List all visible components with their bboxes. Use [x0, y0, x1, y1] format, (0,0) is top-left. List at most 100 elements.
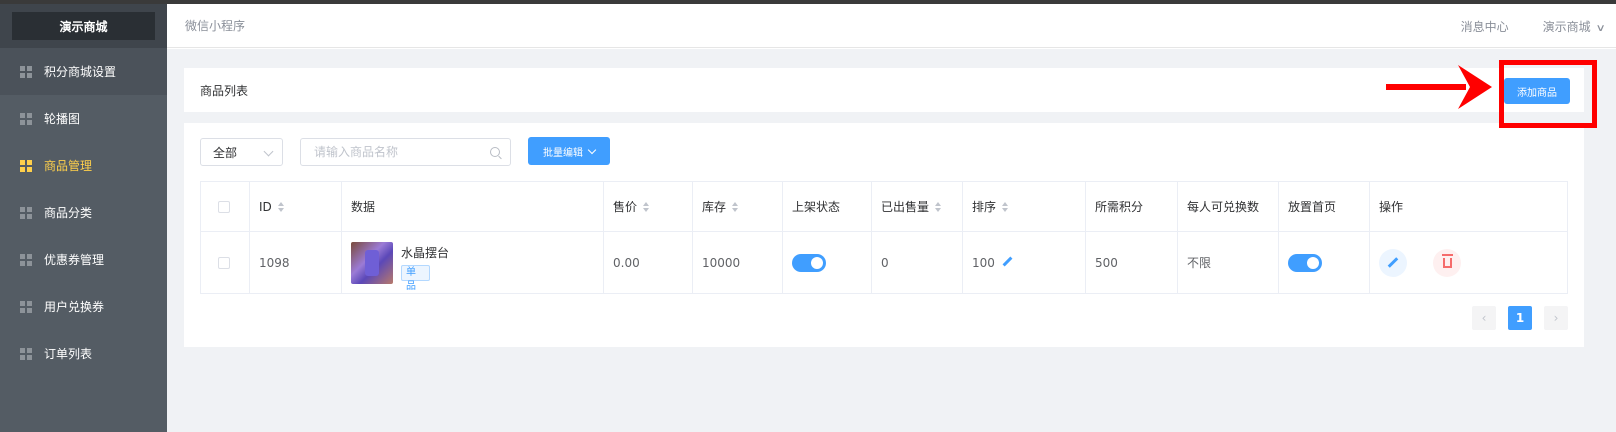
product-type-tag: 单品 — [401, 265, 430, 292]
sidebar-item-label: 商品分类 — [44, 206, 93, 220]
search-field[interactable] — [300, 138, 511, 166]
pencil-icon[interactable] — [1002, 256, 1013, 267]
column-header-listed: 上架状态 — [783, 182, 872, 231]
edit-icon — [1387, 257, 1399, 268]
column-label: 售价 — [613, 200, 638, 214]
cell-data: 水晶摆台 单品 — [342, 232, 604, 293]
delete-button[interactable] — [1433, 248, 1461, 277]
column-label: 所需积分 — [1095, 200, 1144, 214]
cell-limit: 不限 — [1178, 232, 1279, 293]
sort-icon[interactable] — [277, 201, 284, 212]
grid-icon — [20, 347, 32, 360]
sidebar-item-coupon-management[interactable]: 优惠券管理 — [0, 236, 167, 283]
select-all-cell — [201, 182, 250, 231]
grid-icon — [20, 206, 32, 219]
batch-edit-label: 批量编辑 — [543, 147, 583, 159]
sidebar-item-product-management[interactable]: 商品管理 — [0, 142, 167, 189]
grid-icon — [20, 253, 32, 266]
column-label: 数据 — [351, 200, 376, 214]
batch-edit-button[interactable]: 批量编辑 — [528, 137, 610, 165]
column-label: ID — [259, 199, 272, 214]
sidebar-item-banner[interactable]: 轮播图 — [0, 95, 167, 142]
select-all-checkbox[interactable] — [218, 200, 230, 213]
cell-sold: 0 — [872, 232, 963, 293]
chevron-down-icon — [587, 145, 597, 154]
cell-actions — [1370, 232, 1567, 293]
user-menu[interactable]: 演示商城 ∨ — [1542, 18, 1606, 35]
sidebar-item-label: 用户兑换券 — [44, 300, 105, 314]
cell-points: 500 — [1086, 232, 1178, 293]
search-input[interactable] — [314, 145, 484, 159]
grid-icon — [20, 112, 32, 125]
sort-icon[interactable] — [732, 201, 739, 212]
column-header-sold[interactable]: 已出售量 — [872, 182, 963, 231]
header-title: 微信小程序 — [185, 19, 246, 33]
column-label: 库存 — [702, 200, 727, 214]
grid-icon — [20, 159, 32, 172]
sidebar-item-order-list[interactable]: 订单列表 — [0, 330, 167, 377]
column-label: 放置首页 — [1288, 200, 1337, 214]
brand: 演示商城 — [0, 4, 167, 48]
prev-page-button[interactable]: ‹ — [1472, 306, 1496, 330]
grid-icon — [20, 300, 32, 313]
page-number-current[interactable]: 1 — [1508, 306, 1532, 330]
table-row: 1098 水晶摆台 单品 0.00 10000 0 100 500 不限 — [201, 232, 1567, 293]
product-info: 水晶摆台 单品 — [401, 244, 449, 292]
cell-sort: 100 — [963, 232, 1086, 293]
column-header-sort[interactable]: 排序 — [963, 182, 1086, 231]
column-header-id[interactable]: ID — [250, 182, 342, 231]
row-checkbox[interactable] — [218, 256, 230, 269]
listed-toggle[interactable] — [792, 253, 826, 272]
cell-id: 1098 — [250, 232, 342, 293]
column-header-price[interactable]: 售价 — [604, 182, 693, 231]
sidebar-item-label: 商品管理 — [44, 159, 93, 173]
sidebar-item-user-vouchers[interactable]: 用户兑换券 — [0, 283, 167, 330]
column-header-limit: 每人可兑换数 — [1178, 182, 1279, 231]
column-label: 每人可兑换数 — [1187, 200, 1260, 214]
brand-logo[interactable]: 演示商城 — [12, 12, 155, 40]
product-table-card: 全部 批量编辑 ID 数据 — [184, 123, 1584, 347]
cell-price: 0.00 — [604, 232, 693, 293]
next-page-button[interactable]: › — [1544, 306, 1568, 330]
sidebar-item-label: 订单列表 — [44, 347, 93, 361]
header-actions: 消息中心 演示商城 ∨ — [1461, 4, 1606, 48]
status-filter-select[interactable]: 全部 — [200, 138, 283, 166]
grid-icon — [20, 65, 32, 78]
sort-icon[interactable] — [643, 201, 650, 212]
user-menu-label: 演示商城 — [1542, 19, 1591, 34]
pagination: ‹ 1 › — [1472, 306, 1568, 330]
annotation-highlight-box — [1499, 60, 1597, 128]
status-filter-value: 全部 — [213, 145, 238, 160]
search-icon[interactable] — [490, 147, 500, 157]
product-thumbnail[interactable] — [351, 241, 393, 284]
chevron-down-icon: ∨ — [1595, 22, 1606, 34]
sort-icon[interactable] — [1002, 201, 1009, 212]
sort-value: 100 — [972, 255, 995, 270]
column-header-actions: 操作 — [1370, 182, 1567, 231]
page-title: 商品列表 — [200, 83, 249, 98]
sidebar-item-product-category[interactable]: 商品分类 — [0, 189, 167, 236]
row-actions — [1379, 248, 1461, 277]
column-label: 操作 — [1379, 200, 1404, 214]
column-header-points: 所需积分 — [1086, 182, 1178, 231]
message-center-link[interactable]: 消息中心 — [1461, 18, 1509, 35]
sidebar-item-label: 优惠券管理 — [44, 253, 105, 267]
column-header-stock[interactable]: 库存 — [693, 182, 783, 231]
trash-icon — [1441, 253, 1453, 268]
product-list-header-card: 商品列表 添加商品 — [184, 68, 1584, 112]
chevron-down-icon — [263, 146, 274, 157]
cell-homepage — [1279, 232, 1370, 293]
cell-listed — [783, 232, 872, 293]
edit-button[interactable] — [1379, 248, 1407, 277]
product-table: ID 数据 售价 库存 上架状态 已出售量 排序 所需积分 每人可兑换数 放置首… — [200, 181, 1568, 294]
column-label: 已出售量 — [881, 200, 930, 214]
homepage-toggle[interactable] — [1288, 253, 1322, 272]
column-label: 上架状态 — [792, 200, 841, 214]
column-header-homepage: 放置首页 — [1279, 182, 1370, 231]
top-header: 微信小程序 消息中心 演示商城 ∨ — [167, 4, 1616, 48]
sort-icon[interactable] — [935, 201, 942, 212]
sidebar-item-points-mall-settings[interactable]: 积分商城设置 — [0, 48, 167, 95]
row-select-cell — [201, 232, 250, 293]
column-header-data: 数据 — [342, 182, 604, 231]
column-label: 排序 — [972, 200, 997, 214]
